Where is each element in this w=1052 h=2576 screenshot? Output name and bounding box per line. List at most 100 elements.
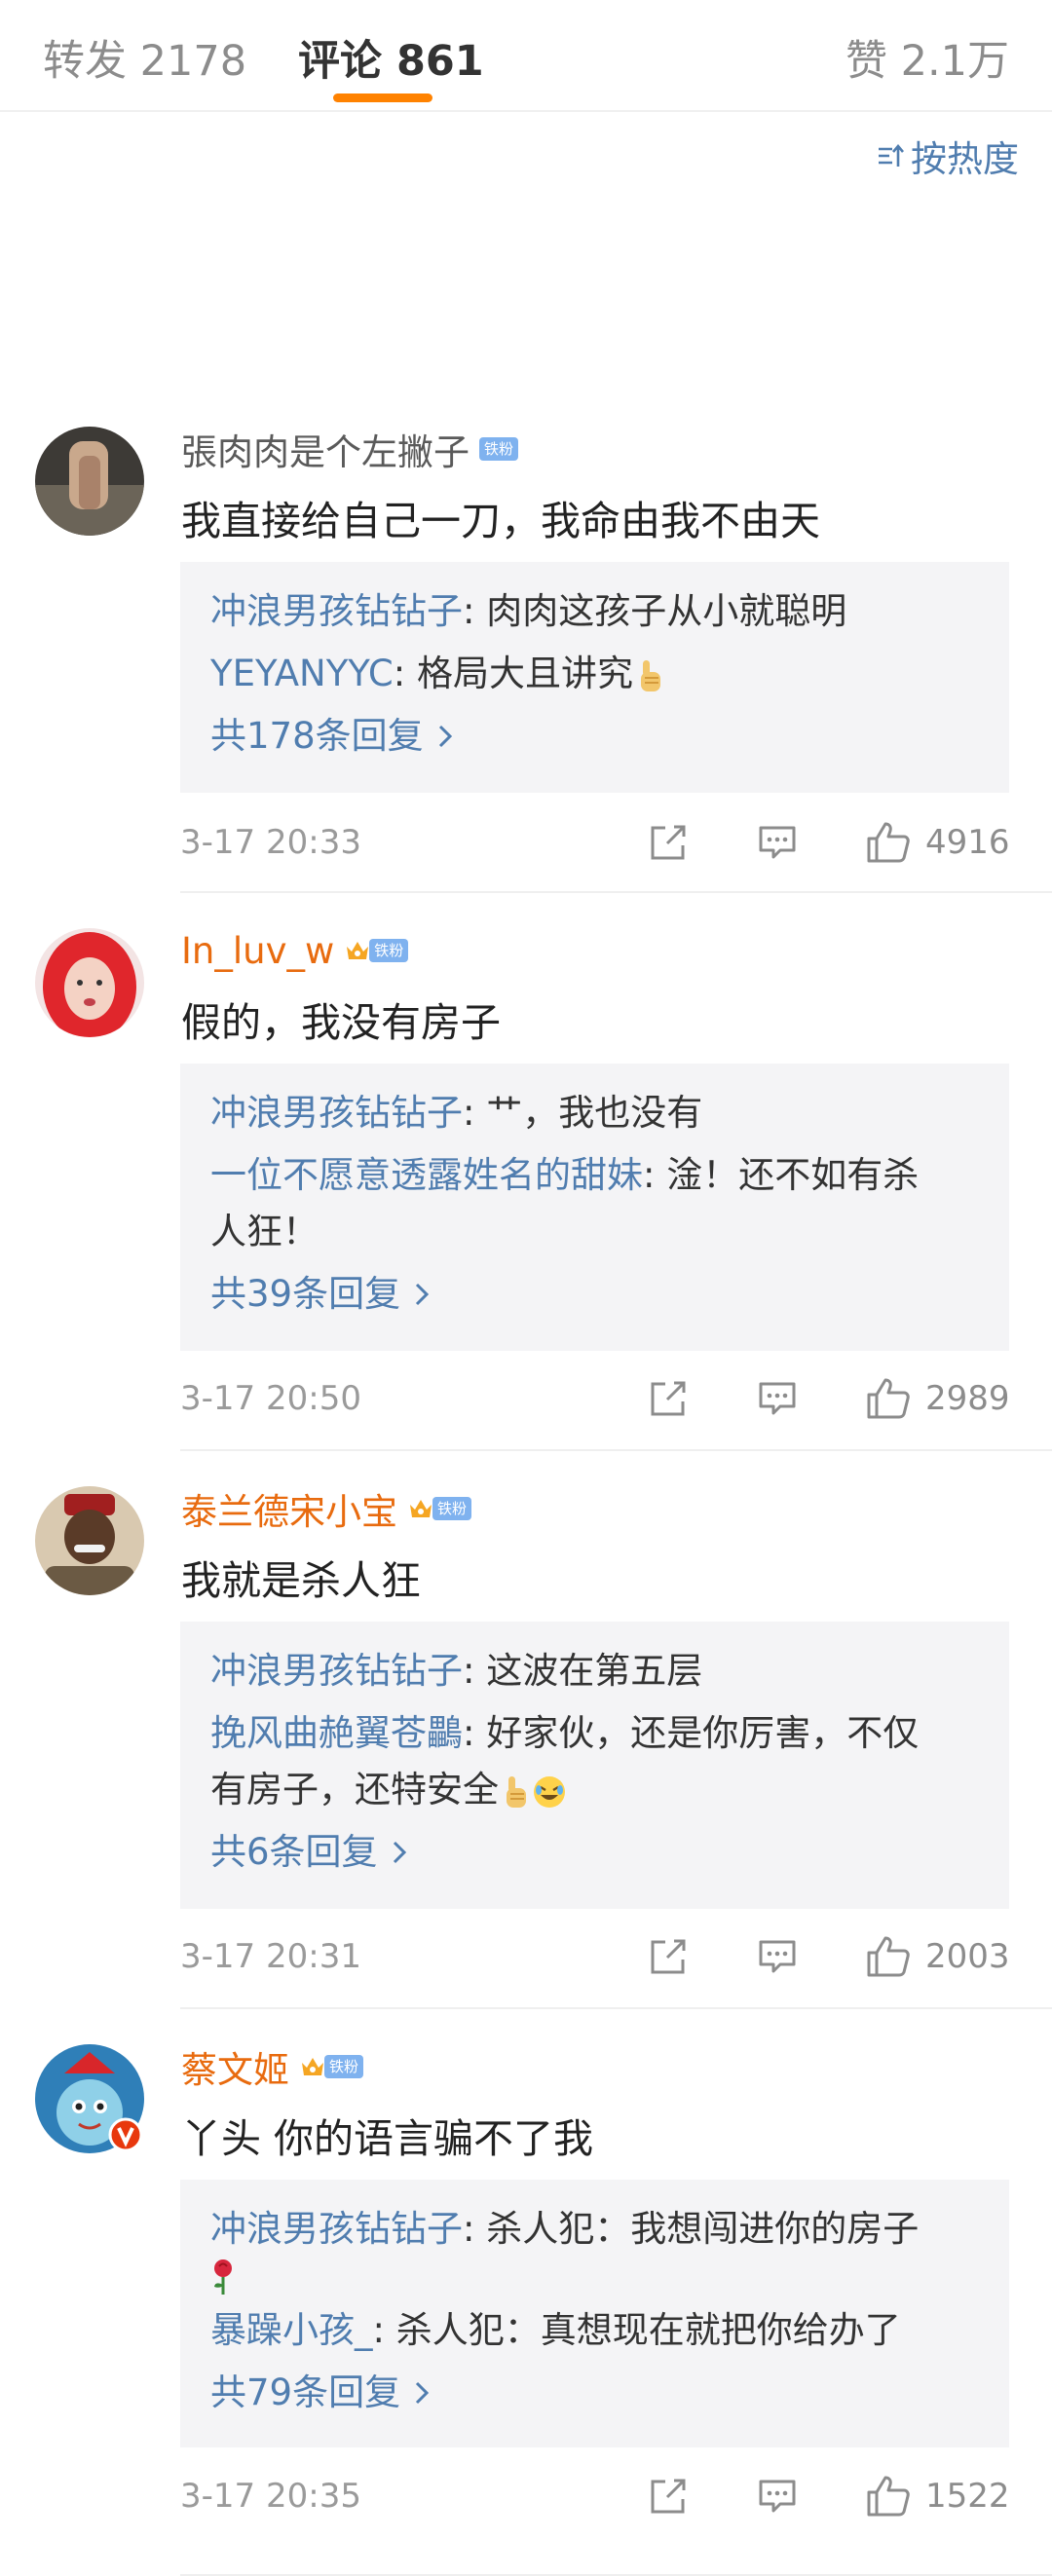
comment-text: 我就是杀人狂: [181, 1557, 421, 1604]
comment-username[interactable]: 泰兰德宋小宝: [181, 1482, 397, 1535]
reply-username[interactable]: YEYANYYC: [210, 653, 394, 694]
like-button[interactable]: 4916: [865, 820, 1010, 865]
reply-preview[interactable]: 冲浪男孩钻钻子: 杀人犯：我想闯进你的房子 暴躁小孩_: 杀人犯：真想现在就把你…: [180, 2180, 1009, 2447]
thumbs-up-emoji-icon: [507, 1775, 526, 1808]
avatar[interactable]: [35, 928, 144, 1037]
share-button[interactable]: [648, 1379, 689, 1418]
comment-meta: 3-17 20:35 1522: [180, 2467, 1010, 2525]
like-count: 4916: [925, 823, 1010, 862]
reply-text: : 艹，我也没有: [463, 1092, 703, 1134]
comment-username[interactable]: In_luv_w: [181, 930, 334, 972]
reply-preview[interactable]: 冲浪男孩钻钻子: 肉肉这孩子从小就聪明 YEYANYYC: 格局大且讲究 共17…: [180, 562, 1009, 793]
reply-line-wrap: [210, 2258, 980, 2302]
reply-line: 冲浪男孩钻钻子: 这波在第五层: [210, 1643, 980, 1699]
like-count: 1522: [925, 2477, 1010, 2516]
chevron-right-icon: [416, 2381, 430, 2405]
reply-username[interactable]: 冲浪男孩钻钻子: [210, 1092, 463, 1134]
thumbs-up-icon: [867, 2476, 910, 2517]
share-icon: [651, 2479, 686, 2514]
view-all-replies-link[interactable]: 共39条回复: [210, 1266, 980, 1323]
like-button[interactable]: 2003: [865, 1934, 1010, 1979]
reply-button[interactable]: [757, 1379, 798, 1418]
avatar[interactable]: [35, 2044, 144, 2153]
thumbs-up-icon: [867, 1378, 910, 1419]
view-all-replies-link[interactable]: 共79条回复: [210, 2365, 980, 2421]
sort-bar: 按热度: [0, 112, 1052, 198]
reply-line-wrap: 有房子，还特安全: [210, 1762, 980, 1818]
reply-text: : 这波在第五层: [463, 1650, 703, 1692]
reply-line: 冲浪男孩钻钻子: 杀人犯：我想闯进你的房子: [210, 2201, 980, 2258]
view-all-replies-link[interactable]: 共178条回复: [210, 708, 980, 765]
fan-badge-label: 铁粉: [324, 2055, 364, 2078]
like-count: 2989: [925, 1379, 1010, 1418]
crown-icon: [302, 2058, 323, 2075]
comment-meta: 3-17 20:33 4916: [180, 813, 1010, 872]
comment-text: 丫头 你的语言骗不了我: [181, 2115, 594, 2162]
fan-badge-label: 铁粉: [369, 939, 409, 962]
crown-icon: [347, 942, 369, 959]
comment-icon: [759, 1382, 796, 1415]
reply-preview[interactable]: 冲浪男孩钻钻子: 艹，我也没有 一位不愿意透露姓名的甜妹: 淦！还不如有杀 人狂…: [180, 1064, 1009, 1351]
fan-badge-label: 铁粉: [432, 1497, 472, 1520]
sort-icon: [879, 143, 904, 167]
chevron-right-icon: [416, 1283, 430, 1306]
comment-username[interactable]: 張肉肉是个左撇子: [181, 423, 470, 475]
view-all-replies-label: 共178条回复: [210, 715, 424, 757]
chevron-right-icon: [438, 725, 452, 748]
reply-button[interactable]: [757, 823, 798, 862]
reply-username[interactable]: 暴躁小孩_: [210, 2309, 373, 2351]
comment-text: 我直接给自己一刀，我命由我不由天: [181, 498, 820, 544]
reply-line: YEYANYYC: 格局大且讲究: [210, 646, 980, 702]
comment-text: 假的，我没有房子: [181, 999, 501, 1046]
reply-line: 挽风曲赩翼苍鸓: 好家伙，还是你厉害，不仅: [210, 1705, 980, 1762]
reply-username[interactable]: 一位不愿意透露姓名的甜妹: [210, 1154, 643, 1196]
comment-meta: 3-17 20:50 2989: [180, 1369, 1010, 1428]
reply-button[interactable]: [757, 1937, 798, 1976]
like-count: 2003: [925, 1937, 1010, 1976]
reply-line: 暴躁小孩_: 杀人犯：真想现在就把你给办了: [210, 2302, 980, 2359]
reply-text: : 好家伙，还是你厉害，不仅: [463, 1712, 920, 1754]
sort-label: 按热度: [911, 138, 1019, 180]
reply-line: 冲浪男孩钻钻子: 肉肉这孩子从小就聪明: [210, 583, 980, 640]
reply-line: 一位不愿意透露姓名的甜妹: 淦！还不如有杀: [210, 1147, 980, 1204]
share-button[interactable]: [648, 2477, 689, 2516]
reply-text: : 淦！还不如有杀: [643, 1154, 920, 1196]
share-icon: [651, 1939, 686, 1974]
reply-username[interactable]: 冲浪男孩钻钻子: [210, 590, 463, 632]
reply-text: : 肉肉这孩子从小就聪明: [463, 590, 847, 632]
reply-button[interactable]: [757, 2477, 798, 2516]
reply-preview[interactable]: 冲浪男孩钻钻子: 这波在第五层 挽风曲赩翼苍鸓: 好家伙，还是你厉害，不仅 有房…: [180, 1622, 1009, 1909]
reply-text: : 格局大且讲究: [393, 653, 633, 694]
tab-likes[interactable]: 赞 2.1万: [845, 27, 1009, 88]
tab-comments[interactable]: 评论 861: [298, 27, 484, 88]
comment-icon: [759, 1940, 796, 1973]
comment-tabs: 转发 2178 评论 861 赞 2.1万: [0, 0, 1052, 112]
thumbs-up-icon: [867, 822, 910, 863]
share-icon: [651, 825, 686, 860]
crown-icon: [410, 1500, 432, 1517]
divider: [180, 2007, 1052, 2009]
share-button[interactable]: [648, 823, 689, 862]
reply-username[interactable]: 挽风曲赩翼苍鸓: [210, 1712, 463, 1754]
reply-username[interactable]: 冲浪男孩钻钻子: [210, 1650, 463, 1692]
sort-by-hot-button[interactable]: 按热度: [876, 130, 1019, 182]
avatar[interactable]: [35, 427, 144, 536]
view-all-replies-label: 共6条回复: [210, 1831, 378, 1873]
view-all-replies-link[interactable]: 共6条回复: [210, 1824, 980, 1881]
avatar[interactable]: [35, 1486, 144, 1595]
tab-reposts[interactable]: 转发 2178: [43, 27, 246, 88]
laughing-emoji-icon: [534, 1775, 565, 1808]
fan-badge: 铁粉: [299, 2053, 364, 2080]
comment-icon: [759, 2480, 796, 2513]
like-button[interactable]: 1522: [865, 2474, 1010, 2519]
like-button[interactable]: 2989: [865, 1376, 1010, 1421]
reply-username[interactable]: 冲浪男孩钻钻子: [210, 2208, 463, 2250]
active-tab-indicator: [333, 93, 432, 102]
share-button[interactable]: [648, 1937, 689, 1976]
comment-username[interactable]: 蔡文姬: [181, 2040, 289, 2093]
reply-text: : 杀人犯：真想现在就把你给办了: [372, 2309, 901, 2351]
reply-line-wrap: 人狂！: [210, 1211, 319, 1252]
reply-text: 有房子，还特安全: [210, 1769, 499, 1811]
view-all-replies-label: 共79条回复: [210, 2371, 401, 2413]
rose-emoji-icon: [214, 2259, 232, 2295]
